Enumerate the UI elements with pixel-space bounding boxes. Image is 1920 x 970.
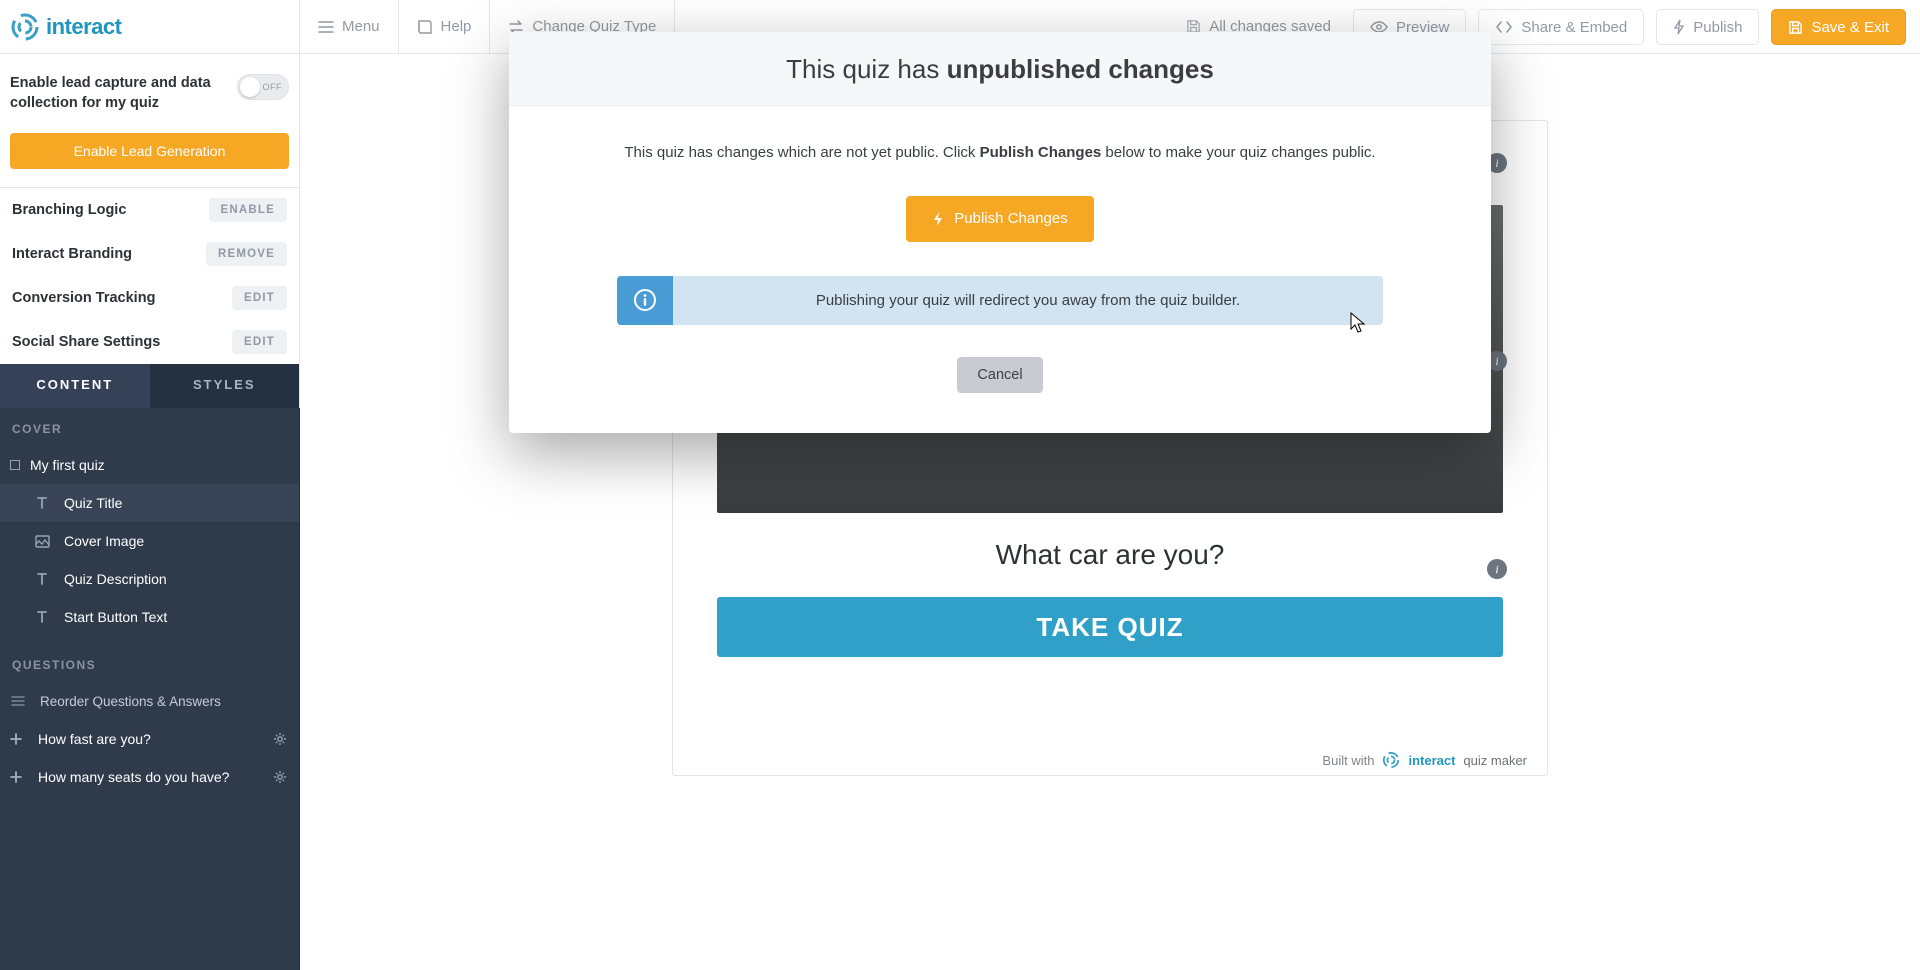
- modal-body: This quiz has changes which are not yet …: [509, 106, 1491, 433]
- explain-after: below to make your quiz changes public.: [1101, 144, 1375, 161]
- modal-title: This quiz has unpublished changes: [509, 32, 1491, 106]
- modal-cancel-button[interactable]: Cancel: [957, 357, 1042, 393]
- lightning-icon: [932, 210, 944, 228]
- modal-explain: This quiz has changes which are not yet …: [559, 142, 1441, 164]
- explain-strong: Publish Changes: [980, 144, 1102, 161]
- publish-changes-label: Publish Changes: [954, 210, 1067, 227]
- modal-publish-changes-button[interactable]: Publish Changes: [906, 196, 1093, 242]
- modal-title-prefix: This quiz has: [786, 54, 946, 84]
- modal-info-text: Publishing your quiz will redirect you a…: [673, 276, 1383, 325]
- modal-info-bar: Publishing your quiz will redirect you a…: [617, 276, 1383, 325]
- explain-before: This quiz has changes which are not yet …: [624, 144, 979, 161]
- publish-changes-modal: This quiz has unpublished changes This q…: [509, 32, 1491, 433]
- modal-overlay: This quiz has unpublished changes This q…: [0, 0, 1920, 970]
- info-icon: [617, 276, 673, 325]
- modal-title-strong: unpublished changes: [947, 54, 1214, 84]
